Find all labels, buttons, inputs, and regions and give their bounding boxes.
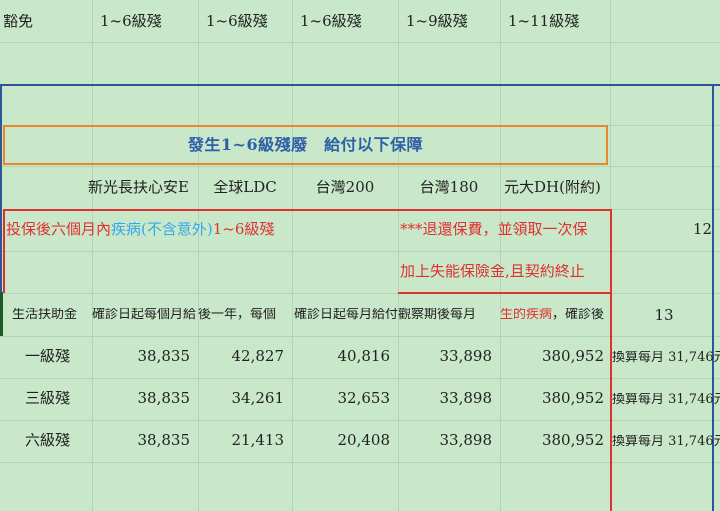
level-1-v4[interactable]: 33,898 [398, 349, 493, 364]
product-4[interactable]: 台灣180 [398, 180, 500, 195]
level-6-v1[interactable]: 38,835 [92, 433, 191, 448]
refund-level: 1~6級殘 [212, 222, 275, 237]
level-1-v2[interactable]: 42,827 [198, 349, 285, 364]
refund-condition[interactable]: 投保後六個月內疾病(不含意外)1~6級殘 [6, 222, 398, 237]
level-6-name[interactable]: 六級殘 [3, 433, 92, 448]
refund-disease: 疾病(不含意外) [111, 222, 213, 237]
benefit-desc-3[interactable]: 確診日起每月給付 [294, 308, 398, 321]
level-1-v1[interactable]: 38,835 [92, 349, 191, 364]
refund-prefix: 投保後六個月內 [6, 222, 112, 237]
benefit-label[interactable]: 生活扶助金 [12, 308, 92, 321]
product-3[interactable]: 台灣200 [292, 180, 398, 195]
exempt-col-2[interactable]: 1~6級殘 [206, 14, 268, 29]
level-3-v1[interactable]: 38,835 [92, 391, 191, 406]
benefit-desc-5-red: 生的疾病 [500, 308, 553, 321]
level-1-v3[interactable]: 40,816 [292, 349, 391, 364]
loss-benefit-text[interactable]: 加上失能保險金,且契約終止 [400, 264, 610, 279]
red-border-mid [398, 292, 612, 294]
product-5[interactable]: 元大DH(附約) [504, 180, 610, 195]
benefit-desc-1[interactable]: 確診日起每個月給 [92, 308, 198, 321]
exempt-col-5[interactable]: 1~11級殘 [508, 14, 579, 29]
refund-notice[interactable]: ***退還保費，並領取一次保 [400, 222, 610, 237]
benefit-desc-5-tail: ，確診後 [552, 308, 605, 321]
benefit-desc-5[interactable]: 生的疾病，確診後 [500, 308, 610, 321]
level-6-v5[interactable]: 380,952 [500, 433, 604, 448]
red-border-left [3, 209, 5, 293]
level-3-name[interactable]: 三級殘 [3, 391, 92, 406]
benefit-desc-4[interactable]: 觀察期後每月 [398, 308, 500, 321]
blue-border-left [0, 84, 2, 304]
benefit-value[interactable]: 13 [636, 308, 692, 323]
level-3-v3[interactable]: 32,653 [292, 391, 391, 406]
level-6-v4[interactable]: 33,898 [398, 433, 493, 448]
level-3-v2[interactable]: 34,261 [198, 391, 285, 406]
benefit-desc-2[interactable]: 後一年，每個 [198, 308, 292, 321]
exempt-col-4[interactable]: 1~9級殘 [406, 14, 468, 29]
exempt-col-1[interactable]: 1~6級殘 [100, 14, 162, 29]
product-1[interactable]: 新光長扶心安E [88, 180, 200, 195]
level-1-name[interactable]: 一級殘 [3, 349, 92, 364]
blue-border-top [0, 84, 720, 86]
banner-title[interactable]: 發生1~6級殘廢 給付以下保障 [5, 137, 606, 153]
row-marker [0, 292, 3, 336]
level-3-v4[interactable]: 33,898 [398, 391, 493, 406]
level-6-v2[interactable]: 21,413 [198, 433, 285, 448]
product-2[interactable]: 全球LDC [198, 180, 292, 195]
red-border-top [3, 209, 612, 211]
level-3-note[interactable]: 換算每月 31,746元 [612, 393, 720, 406]
level-6-v3[interactable]: 20,408 [292, 433, 391, 448]
level-1-v5[interactable]: 380,952 [500, 349, 604, 364]
level-6-note[interactable]: 換算每月 31,746元 [612, 435, 720, 448]
level-3-v5[interactable]: 380,952 [500, 391, 604, 406]
exempt-col-3[interactable]: 1~6級殘 [300, 14, 362, 29]
refund-value[interactable]: 12 [650, 222, 712, 237]
exempt-label[interactable]: 豁免 [3, 14, 33, 29]
level-1-note[interactable]: 換算每月 31,746元 [612, 351, 720, 364]
